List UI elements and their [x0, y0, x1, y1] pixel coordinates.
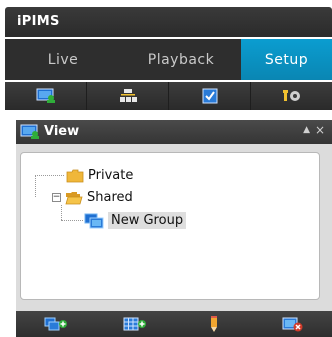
view-tree: Private − Shared New Group: [20, 152, 320, 300]
tree-item-new-group[interactable]: New Group: [84, 212, 187, 229]
network-icon: [119, 89, 137, 102]
monitor-user-icon: [36, 88, 55, 103]
checklist-icon: [202, 88, 217, 104]
main-tabs: Live Playback Setup: [5, 39, 332, 80]
tab-setup[interactable]: Setup: [241, 39, 332, 80]
tree-connector: [61, 220, 83, 221]
view-panel-toolbar: [16, 311, 332, 337]
delete-button[interactable]: [253, 311, 332, 337]
check-setup-button[interactable]: [169, 82, 251, 110]
edit-icon: [210, 316, 217, 332]
tree-item-label: New Group: [108, 212, 187, 229]
monitor-group-icon: [84, 213, 104, 228]
add-layout-icon: [123, 317, 146, 331]
collapse-tree-icon[interactable]: −: [52, 193, 61, 202]
tree-connector: [61, 205, 62, 220]
folder-icon: [66, 169, 84, 182]
system-setup-button[interactable]: [251, 82, 332, 110]
tree-connector: [35, 175, 36, 197]
add-group-icon: [44, 317, 67, 331]
app-window: iPIMS Live Playback Setup View ▲ × Priva…: [0, 0, 332, 337]
app-title: iPIMS: [17, 14, 60, 29]
tab-live[interactable]: Live: [5, 39, 121, 80]
view-panel-body: Private − Shared New Group: [16, 144, 332, 311]
settings-icon: [282, 90, 300, 101]
tree-item-label: Shared: [87, 190, 133, 205]
add-group-button[interactable]: [16, 311, 95, 337]
close-icon[interactable]: ×: [315, 123, 325, 137]
tree-item-shared[interactable]: − Shared: [52, 190, 133, 205]
view-setup-button[interactable]: [5, 82, 87, 110]
add-layout-button[interactable]: [95, 311, 174, 337]
delete-icon: [282, 317, 302, 332]
edit-button[interactable]: [174, 311, 253, 337]
tree-item-label: Private: [88, 168, 134, 183]
tree-item-private[interactable]: Private: [66, 168, 133, 183]
tree-connector: [35, 175, 64, 176]
view-panel-header: View ▲ ×: [16, 120, 332, 144]
view-panel-icon: [20, 124, 40, 144]
title-bar: iPIMS: [5, 7, 332, 37]
setup-toolbar: [5, 82, 332, 110]
view-panel-title: View: [44, 124, 80, 139]
collapse-icon[interactable]: ▲: [303, 125, 310, 135]
network-setup-button[interactable]: [87, 82, 169, 110]
open-folder-icon: [65, 191, 83, 204]
tab-playback[interactable]: Playback: [121, 39, 241, 80]
